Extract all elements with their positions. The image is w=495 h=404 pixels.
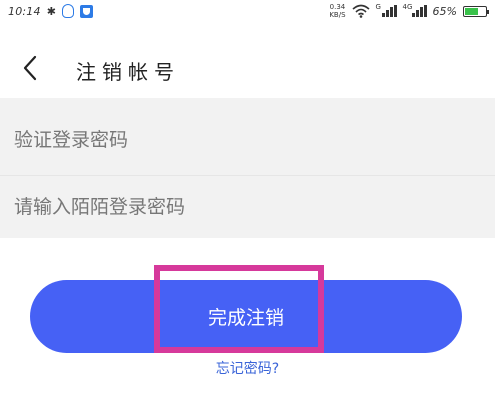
status-time: 10:14 bbox=[8, 4, 41, 18]
network-speed: 0.34 KB/S bbox=[329, 3, 345, 19]
signal-icon-sim1: G bbox=[375, 3, 397, 17]
forgot-password-link[interactable]: 忘记密码? bbox=[0, 358, 495, 378]
password-input[interactable] bbox=[0, 176, 495, 238]
page-title: 注销帐号 bbox=[76, 60, 180, 84]
complete-deactivation-label: 完成注销 bbox=[207, 307, 284, 329]
section-title: 验证登录密码 bbox=[14, 129, 129, 151]
status-bar: 10:14 ✱ 0.34 KB/S G 4G 65% bbox=[0, 0, 495, 26]
bluetooth-icon: ✱ bbox=[46, 4, 56, 18]
qq-icon bbox=[61, 4, 74, 18]
battery-icon bbox=[463, 5, 489, 17]
network-speed-value: 0.34 bbox=[329, 3, 346, 11]
status-left: 10:14 ✱ bbox=[8, 4, 93, 18]
chevron-left-icon[interactable] bbox=[20, 55, 42, 81]
header: 注销帐号 bbox=[0, 26, 495, 98]
battery-percent: 65% bbox=[432, 4, 457, 18]
complete-deactivation-button[interactable]: 完成注销 bbox=[30, 280, 462, 353]
wifi-icon bbox=[352, 4, 370, 18]
password-section: 验证登录密码 bbox=[0, 98, 495, 238]
network-speed-unit: KB/S bbox=[329, 11, 346, 19]
sim1-tag: G bbox=[375, 3, 381, 11]
battery-fill bbox=[465, 7, 478, 15]
signal-icon-sim2: 4G bbox=[402, 3, 427, 17]
sim2-tag: 4G bbox=[402, 3, 413, 11]
shield-icon bbox=[79, 4, 93, 18]
status-right: 0.34 KB/S G 4G 65% bbox=[329, 3, 489, 19]
